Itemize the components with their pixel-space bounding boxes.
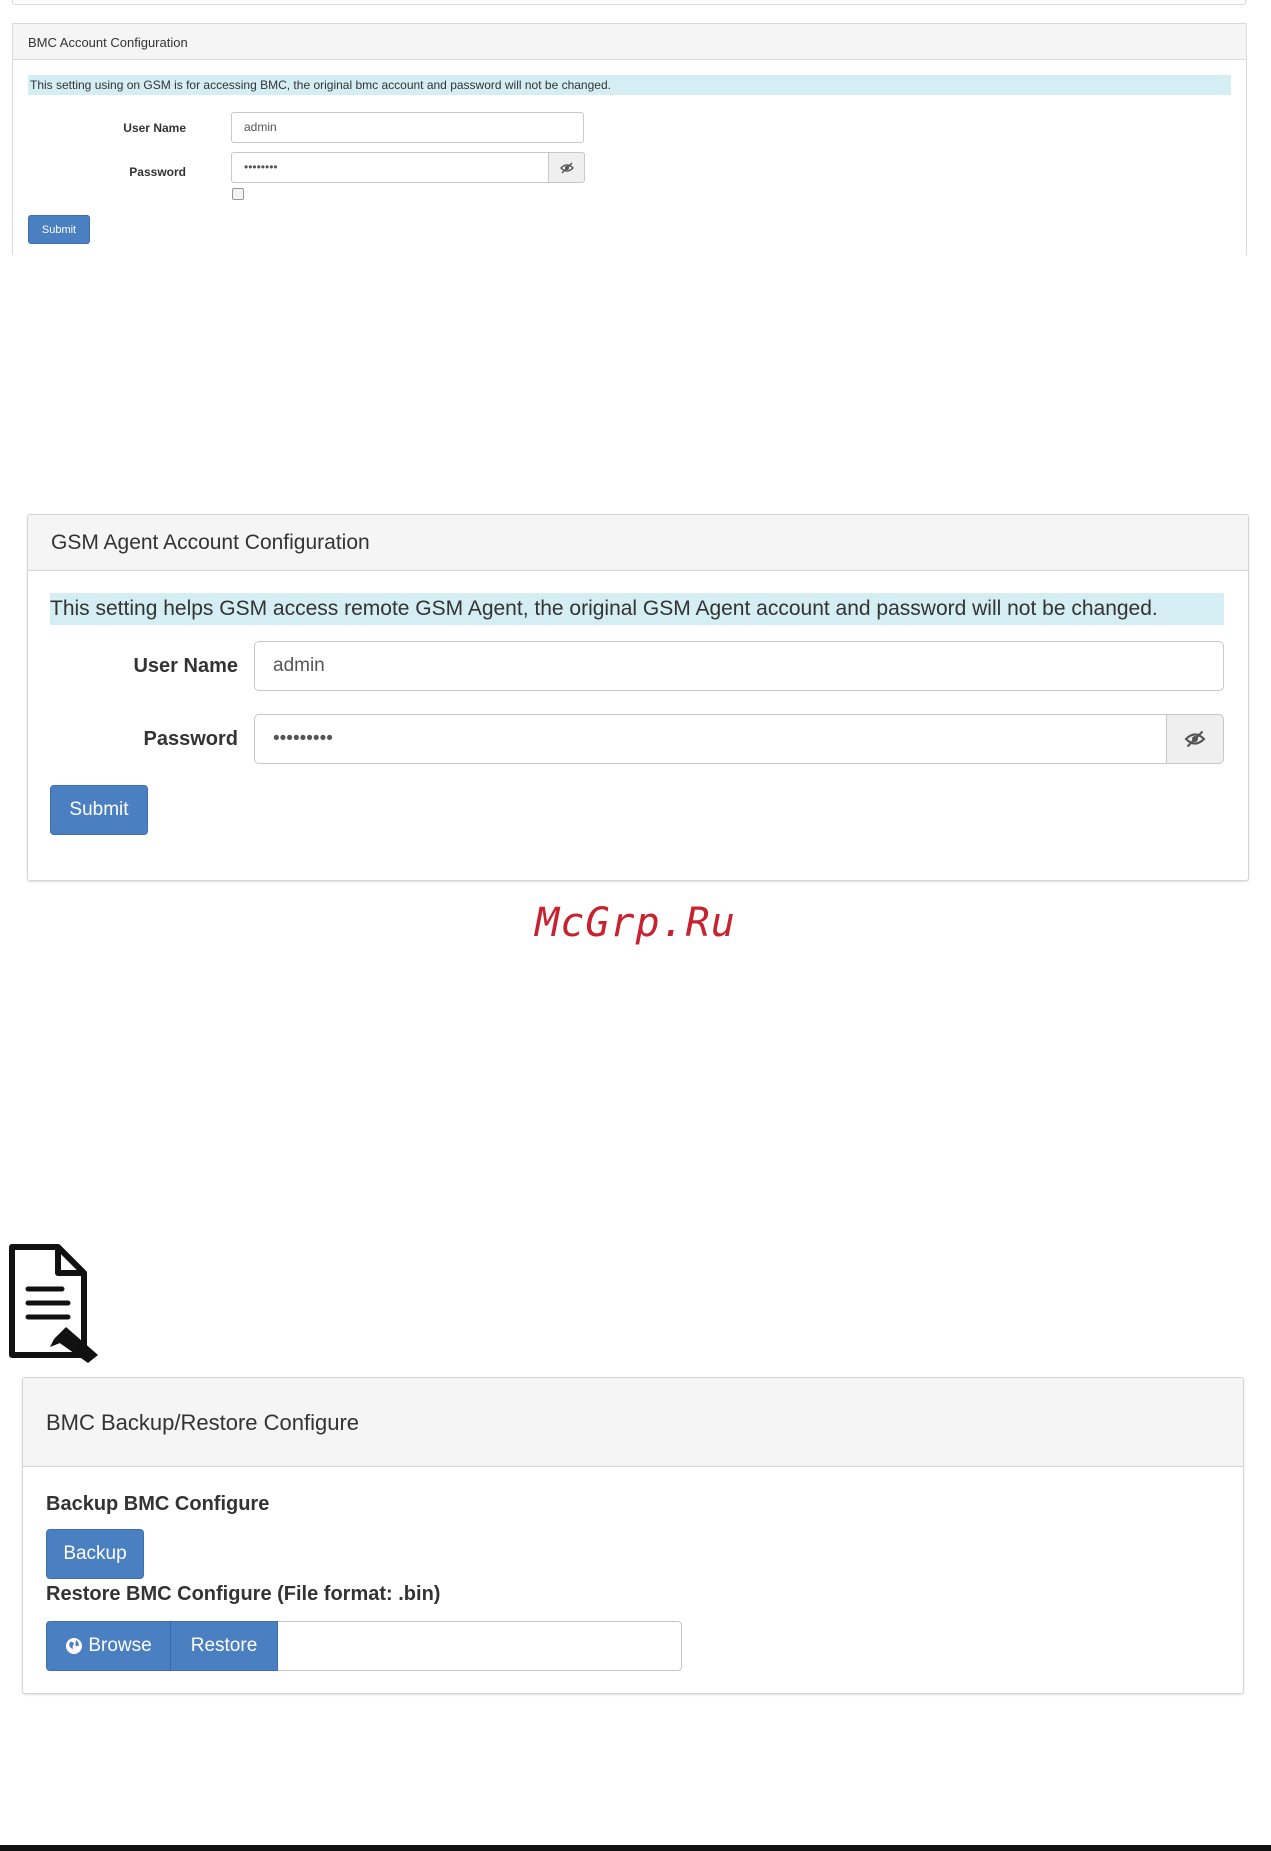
browse-button[interactable]: Browse bbox=[46, 1621, 171, 1671]
password-input[interactable]: ••••••••• bbox=[254, 714, 1167, 764]
panel-title: BMC Account Configuration bbox=[28, 35, 188, 50]
toggle-password-button[interactable] bbox=[1166, 714, 1224, 764]
submit-button[interactable]: Submit bbox=[50, 785, 148, 835]
panel-title: GSM Agent Account Configuration bbox=[51, 531, 370, 554]
password-label: Password bbox=[143, 728, 238, 750]
restore-button[interactable]: Restore bbox=[170, 1621, 278, 1671]
globe-icon bbox=[66, 1638, 83, 1654]
panel-header: BMC Backup/Restore Configure bbox=[23, 1378, 1243, 1467]
show-password-checkbox[interactable] bbox=[232, 188, 244, 200]
info-note: This setting using on GSM is for accessi… bbox=[28, 75, 1231, 95]
username-value: admin bbox=[244, 120, 277, 134]
bmc-account-panel: BMC Account Configuration This setting u… bbox=[12, 23, 1247, 255]
password-value: •••••••• bbox=[244, 160, 278, 174]
submit-button[interactable]: Submit bbox=[28, 215, 90, 244]
panel-title: BMC Backup/Restore Configure bbox=[46, 1410, 360, 1435]
eye-slash-icon bbox=[1184, 730, 1206, 748]
previous-panel-fragment bbox=[12, 0, 1246, 5]
note-pencil-icon bbox=[9, 1244, 98, 1363]
username-value: admin bbox=[273, 655, 325, 676]
username-input[interactable]: admin bbox=[231, 112, 584, 143]
password-label: Password bbox=[129, 165, 186, 179]
restore-heading: Restore BMC Configure (File format: .bin… bbox=[46, 1583, 441, 1605]
watermark-text: McGrp.Ru bbox=[535, 900, 736, 946]
browse-label: Browse bbox=[88, 1635, 152, 1656]
username-input[interactable]: admin bbox=[254, 641, 1224, 691]
eye-slash-icon bbox=[559, 162, 574, 173]
username-label: User Name bbox=[133, 655, 238, 677]
password-input[interactable]: •••••••• bbox=[231, 152, 549, 183]
page-bottom-rule bbox=[0, 1845, 1271, 1851]
toggle-password-button[interactable] bbox=[548, 152, 585, 183]
info-note: This setting helps GSM access remote GSM… bbox=[50, 593, 1224, 625]
panel-header: GSM Agent Account Configuration bbox=[28, 515, 1248, 571]
username-label: User Name bbox=[123, 121, 186, 135]
password-value: ••••••••• bbox=[273, 728, 333, 749]
backup-button[interactable]: Backup bbox=[46, 1529, 144, 1579]
backup-restore-panel: BMC Backup/Restore Configure Backup BMC … bbox=[22, 1377, 1244, 1694]
backup-heading: Backup BMC Configure bbox=[46, 1493, 270, 1515]
panel-header: BMC Account Configuration bbox=[13, 24, 1246, 60]
gsm-agent-account-panel: GSM Agent Account Configuration This set… bbox=[27, 514, 1249, 881]
